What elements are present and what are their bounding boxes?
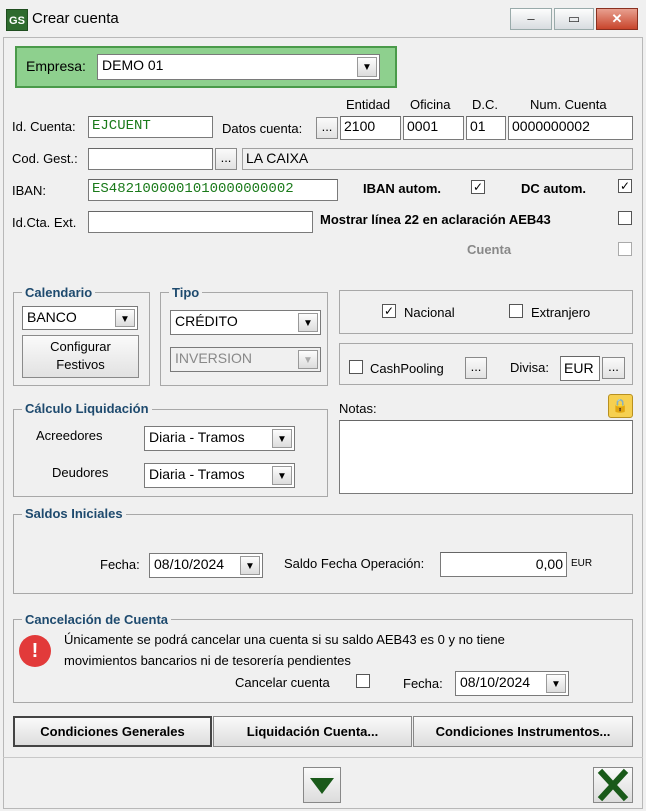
tipo-title: Tipo — [169, 285, 203, 300]
chevron-down-icon: ▼ — [357, 57, 377, 77]
saldo-fecha-label: Saldo Fecha Operación: — [284, 556, 425, 571]
app-icon: GS — [6, 9, 28, 31]
maximize-button[interactable]: ▭ — [554, 8, 594, 30]
chevron-down-icon: ▼ — [272, 429, 292, 448]
dc-header: D.C. — [472, 97, 498, 112]
divisa-label: Divisa: — [510, 360, 550, 375]
cancelar-cuenta-checkbox[interactable] — [356, 674, 370, 688]
oficina-input[interactable]: 0001 — [403, 116, 464, 140]
tipo-sub-value: INVERSION — [175, 350, 253, 366]
cancelacion-title: Cancelación de Cuenta — [22, 612, 172, 627]
cancelacion-fecha-value: 08/10/2024 — [460, 674, 531, 690]
chevron-down-icon: ▼ — [298, 313, 318, 332]
saldo-input[interactable]: 0,00 — [440, 552, 567, 577]
lock-icon[interactable]: 🔒 — [608, 394, 633, 418]
dc-autom-checkbox[interactable]: ✓ — [618, 179, 632, 193]
cashpooling-label: CashPooling — [370, 361, 444, 376]
calendario-title: Calendario — [22, 285, 96, 300]
notas-label: Notas: — [339, 401, 377, 416]
saldos-fecha-value: 08/10/2024 — [154, 556, 225, 572]
datos-cuenta-label: Datos cuenta: — [222, 121, 303, 136]
saldos-title: Saldos Iniciales — [22, 506, 126, 521]
num-cuenta-header: Num. Cuenta — [530, 97, 607, 112]
iban-autom-checkbox[interactable]: ✓ — [471, 180, 485, 194]
entidad-input[interactable]: 2100 — [340, 116, 401, 140]
expand-down-button[interactable] — [303, 767, 341, 803]
cancelacion-fecha-picker[interactable]: 08/10/2024 ▼ — [455, 671, 569, 696]
configurar-festivos-line2: Festivos — [56, 357, 105, 372]
acreedores-value: Diaria - Tramos — [149, 429, 245, 445]
calendario-value: BANCO — [27, 309, 77, 325]
cancelacion-fecha-label: Fecha: — [403, 676, 443, 691]
minimize-button[interactable]: – — [510, 8, 552, 30]
id-cuenta-input[interactable]: EJCUENT — [88, 116, 213, 138]
notas-textarea[interactable] — [339, 420, 633, 494]
empresa-select[interactable]: DEMO 01 ▼ — [97, 54, 380, 80]
iban-autom-label: IBAN autom. — [363, 181, 441, 196]
acreedores-label: Acreedores — [36, 428, 103, 443]
cod-gest-label: Cod. Gest.: — [12, 151, 78, 166]
extranjero-checkbox[interactable] — [509, 304, 523, 318]
datos-cuenta-button[interactable]: ... — [316, 117, 338, 139]
mostrar-linea-label: Mostrar línea 22 en aclaración AEB43 — [320, 212, 551, 227]
saldos-fecha-picker[interactable]: 08/10/2024 ▼ — [149, 553, 263, 578]
cuenta-label: Cuenta — [467, 242, 512, 257]
nacional-label: Nacional — [404, 305, 455, 320]
cod-gest-input[interactable] — [88, 148, 213, 170]
cancel-x-button[interactable] — [593, 767, 633, 803]
iban-input[interactable]: ES4821000001010000000002 — [88, 179, 338, 201]
chevron-down-icon: ▼ — [115, 309, 135, 327]
configurar-festivos-line1: Configurar — [50, 339, 111, 354]
cancelacion-message-line1: Únicamente se podrá cancelar una cuenta … — [64, 632, 505, 647]
id-cta-ext-label: Id.Cta. Ext. — [12, 215, 77, 230]
bottom-divider — [3, 757, 643, 758]
deudores-value: Diaria - Tramos — [149, 466, 245, 482]
acreedores-select[interactable]: Diaria - Tramos ▼ — [144, 426, 295, 451]
divisa-button[interactable]: ... — [602, 357, 625, 379]
condiciones-generales-button[interactable]: Condiciones Generales — [13, 716, 212, 747]
extranjero-label: Extranjero — [531, 305, 591, 320]
tipo-select[interactable]: CRÉDITO ▼ — [170, 310, 321, 335]
dc-input[interactable]: 01 — [466, 116, 506, 140]
close-x-icon — [597, 768, 629, 802]
window-title: Crear cuenta — [32, 10, 119, 27]
deudores-select[interactable]: Diaria - Tramos ▼ — [144, 463, 295, 488]
cashpooling-checkbox[interactable] — [349, 360, 363, 374]
id-cuenta-label: Id. Cuenta: — [12, 119, 76, 134]
bank-name-field: LA CAIXA — [242, 148, 633, 170]
empresa-value: DEMO 01 — [102, 57, 164, 73]
tipo-value: CRÉDITO — [175, 313, 238, 329]
cancelar-cuenta-label: Cancelar cuenta — [235, 675, 330, 690]
cod-gest-button[interactable]: ... — [215, 148, 237, 170]
calculo-title: Cálculo Liquidación — [22, 401, 152, 416]
chevron-down-icon: ▼ — [546, 674, 566, 693]
error-icon: ! — [19, 635, 51, 667]
oficina-header: Oficina — [410, 97, 451, 112]
configurar-festivos-button[interactable]: Configurar Festivos — [22, 335, 139, 378]
chevron-down-icon: ▼ — [298, 350, 318, 369]
chevron-down-icon: ▼ — [272, 466, 292, 485]
close-button[interactable]: ✕ — [596, 8, 638, 30]
cashpooling-button[interactable]: ... — [465, 357, 487, 379]
condiciones-instrumentos-button[interactable]: Condiciones Instrumentos... — [413, 716, 633, 747]
saldo-currency: EUR — [571, 558, 593, 569]
calendario-select[interactable]: BANCO ▼ — [22, 306, 138, 330]
tipo-sub-select[interactable]: INVERSION ▼ — [170, 347, 321, 372]
nacional-checkbox[interactable]: ✓ — [382, 304, 396, 318]
num-cuenta-input[interactable]: 0000000002 — [508, 116, 633, 140]
chevron-down-icon: ▼ — [240, 556, 260, 575]
deudores-label: Deudores — [52, 465, 109, 480]
triangle-down-icon — [310, 778, 334, 794]
divisa-input[interactable]: EUR — [560, 356, 600, 381]
liquidacion-cuenta-button[interactable]: Liquidación Cuenta... — [213, 716, 412, 747]
entidad-header: Entidad — [346, 97, 391, 112]
empresa-label: Empresa: — [26, 58, 86, 74]
saldos-fecha-label: Fecha: — [100, 557, 140, 572]
cuenta-checkbox[interactable] — [618, 242, 632, 256]
id-cta-ext-input[interactable] — [88, 211, 313, 233]
mostrar-linea-checkbox[interactable] — [618, 211, 632, 225]
cancelacion-message-line2: movimientos bancarios ni de tesorería pe… — [64, 653, 351, 668]
dc-autom-label: DC autom. — [521, 181, 586, 196]
iban-label: IBAN: — [12, 183, 46, 198]
